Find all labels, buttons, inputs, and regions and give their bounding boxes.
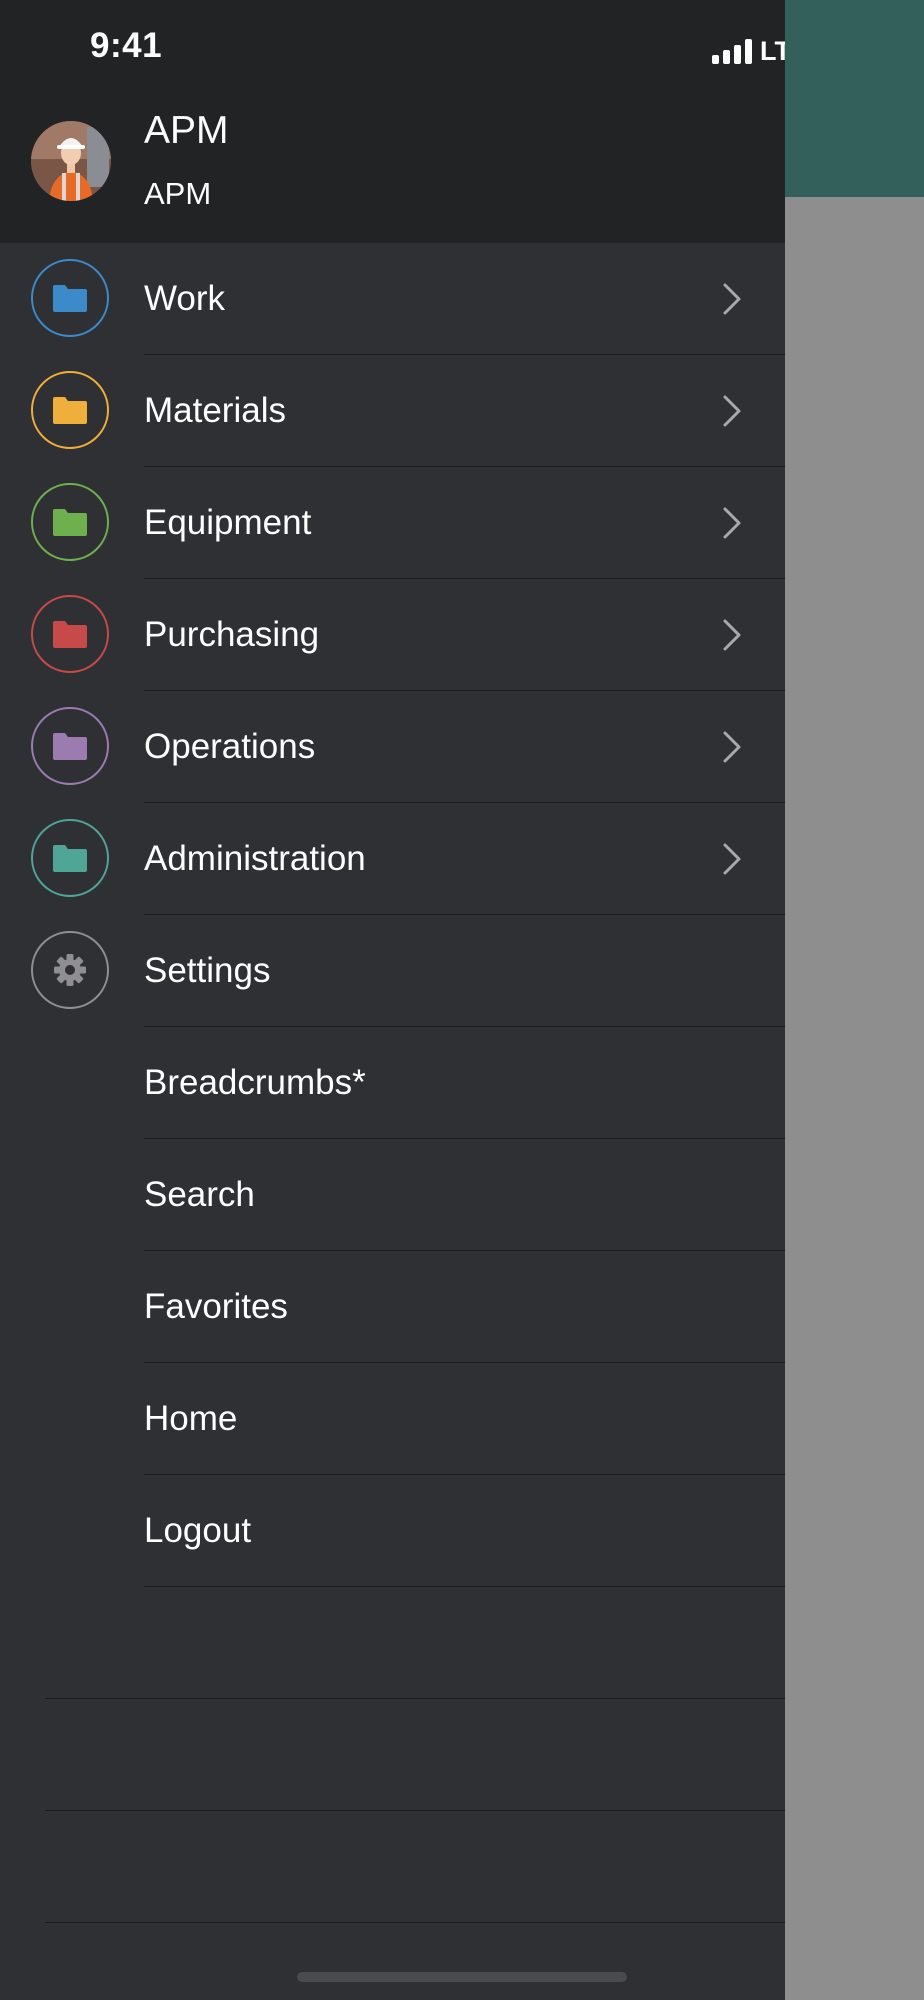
cellular-signal-icon <box>712 38 752 64</box>
menu-item-settings[interactable]: Settings <box>0 915 785 1027</box>
status-indicators: LTE <box>712 34 785 68</box>
network-type: LTE <box>760 35 785 66</box>
menu-item-operations[interactable]: Operations <box>0 691 785 803</box>
folder-icon <box>31 259 109 337</box>
menu-item-favorites[interactable]: Favorites <box>0 1251 785 1363</box>
folder-icon <box>31 819 109 897</box>
navigation-drawer: 9:41 LTE A <box>0 0 785 2000</box>
chevron-right-icon <box>723 619 741 651</box>
menu-item-breadcrumbs[interactable]: Breadcrumbs* <box>0 1027 785 1139</box>
chevron-right-icon <box>723 843 741 875</box>
menu-item-purchasing[interactable]: Purchasing <box>0 579 785 691</box>
chevron-right-icon <box>723 395 741 427</box>
menu-item-label: Logout <box>144 1511 252 1550</box>
menu-item-search[interactable]: Search <box>0 1139 785 1251</box>
menu-item-materials[interactable]: Materials <box>0 355 785 467</box>
user-name: APM <box>144 109 229 152</box>
folder-icon <box>31 483 109 561</box>
chevron-right-icon <box>723 731 741 763</box>
chevron-right-icon <box>723 507 741 539</box>
folder-icon <box>31 371 109 449</box>
user-role: APM <box>144 176 212 211</box>
empty-row <box>0 1811 785 1923</box>
home-indicator[interactable] <box>297 1972 627 1982</box>
drawer-menu: Work Materials Equipment Purchasing Oper… <box>0 243 785 1923</box>
menu-item-administration[interactable]: Administration <box>0 803 785 915</box>
folder-icon <box>31 707 109 785</box>
content-header <box>785 0 924 197</box>
status-time: 9:41 <box>90 26 163 65</box>
avatar[interactable] <box>31 121 111 201</box>
menu-item-label: Operations <box>144 727 316 766</box>
empty-row <box>0 1587 785 1699</box>
folder-icon <box>31 595 109 673</box>
menu-item-label: Equipment <box>144 503 312 542</box>
menu-item-label: Materials <box>144 391 286 430</box>
menu-item-label: Home <box>144 1399 238 1438</box>
menu-item-label: Search <box>144 1175 255 1214</box>
content-backdrop[interactable] <box>785 0 924 2000</box>
drawer-header: 9:41 LTE A <box>0 0 785 243</box>
empty-row <box>0 1699 785 1811</box>
menu-item-label: Breadcrumbs* <box>144 1063 366 1102</box>
menu-item-label: Purchasing <box>144 615 320 654</box>
menu-item-equipment[interactable]: Equipment <box>0 467 785 579</box>
menu-item-label: Administration <box>144 839 366 878</box>
menu-item-home[interactable]: Home <box>0 1363 785 1475</box>
menu-item-label: Settings <box>144 951 271 990</box>
menu-item-logout[interactable]: Logout <box>0 1475 785 1587</box>
menu-item-work[interactable]: Work <box>0 243 785 355</box>
menu-item-label: Work <box>144 279 226 318</box>
chevron-right-icon <box>723 283 741 315</box>
menu-item-label: Favorites <box>144 1287 288 1326</box>
gear-icon <box>31 931 109 1009</box>
